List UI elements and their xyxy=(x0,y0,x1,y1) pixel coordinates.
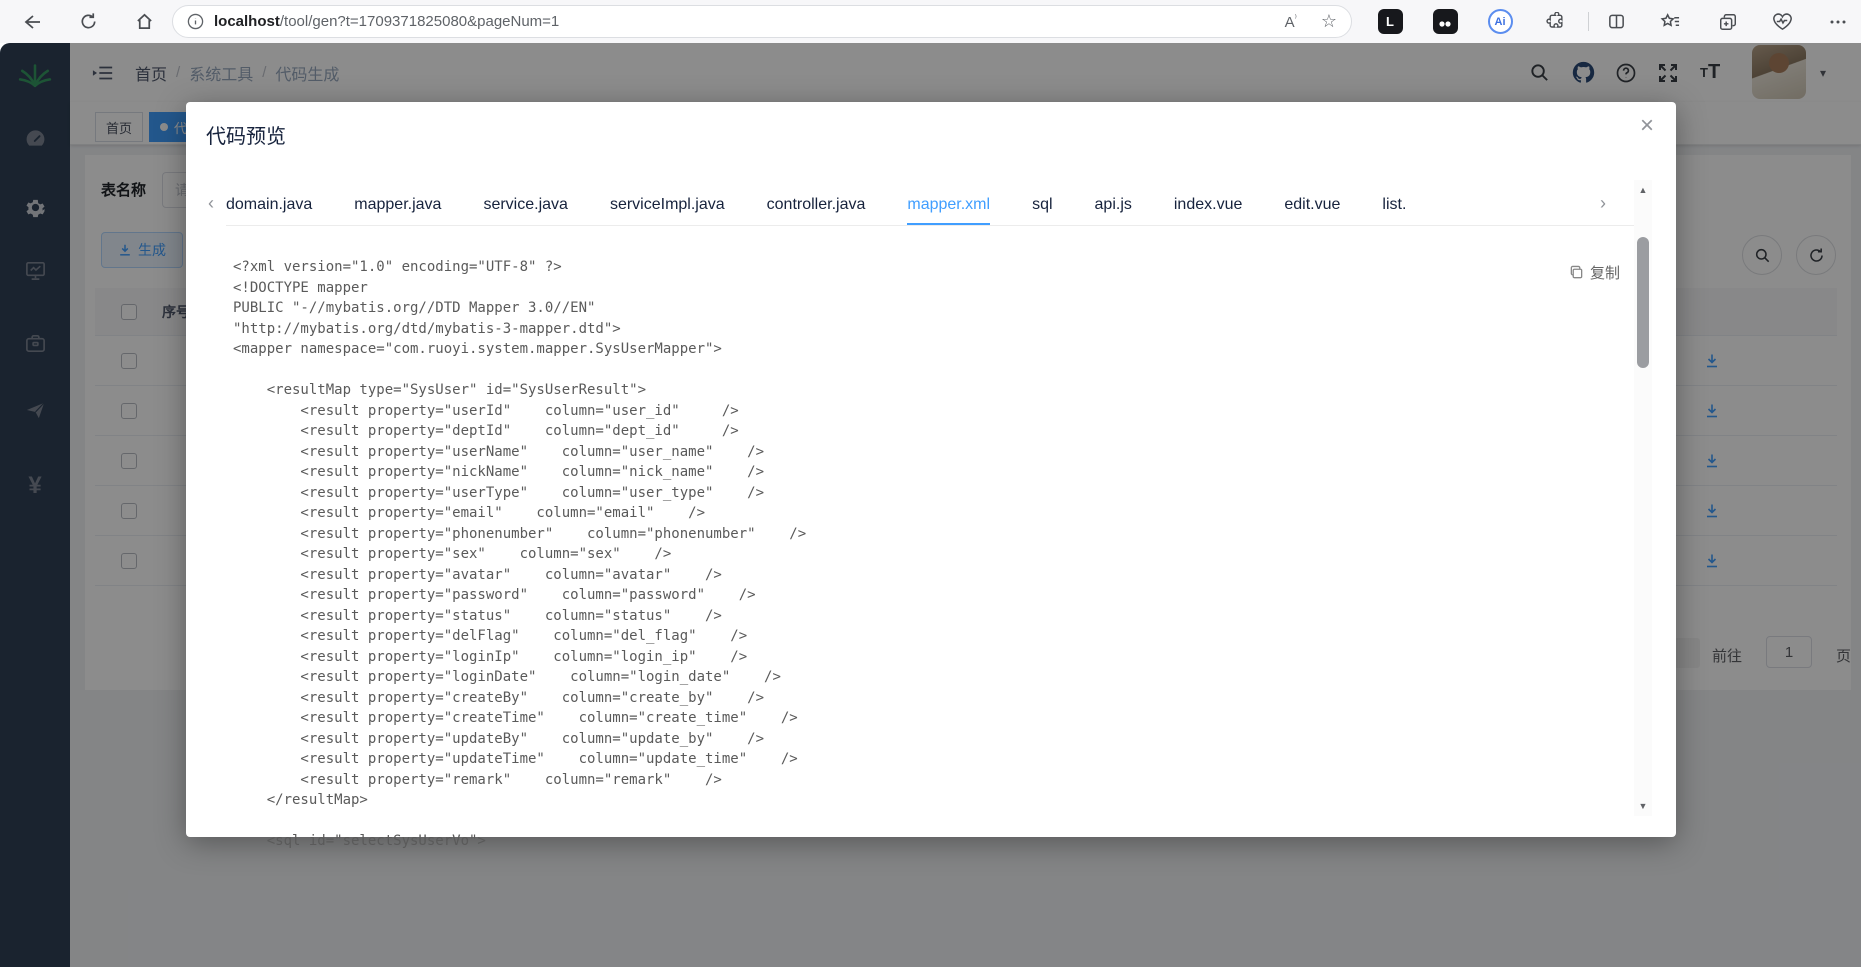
refresh-icon[interactable] xyxy=(74,0,102,43)
tab-edit-vue[interactable]: edit.vue xyxy=(1284,187,1340,225)
more-dots-icon[interactable] xyxy=(1824,0,1852,43)
home-icon[interactable] xyxy=(130,0,158,43)
back-icon[interactable] xyxy=(18,0,46,43)
url-host: localhost xyxy=(214,13,280,30)
favorites-list-icon[interactable] xyxy=(1656,0,1684,43)
tab-mapper-java[interactable]: mapper.java xyxy=(354,187,441,225)
copy-button-label: 复制 xyxy=(1589,265,1620,282)
tab-sql[interactable]: sql xyxy=(1032,187,1052,225)
tabs-next-icon[interactable]: › xyxy=(1600,194,1606,212)
browser-essentials-icon[interactable] xyxy=(1768,0,1796,43)
dialog-title: 代码预览 xyxy=(206,126,286,148)
modal-scrollbar[interactable]: ▲ ▼ xyxy=(1634,180,1652,816)
tab-mapper-xml[interactable]: mapper.xml xyxy=(907,187,991,225)
browser-toolbar: localhost/tool/gen?t=1709371825080&pageN… xyxy=(0,0,1861,43)
extension-ai-icon[interactable]: Ai xyxy=(1487,0,1513,43)
favorite-star-icon[interactable]: ☆ xyxy=(1321,11,1337,32)
tab-service-java[interactable]: service.java xyxy=(483,187,567,225)
tab-controller-java[interactable]: controller.java xyxy=(767,187,866,225)
modal-tabs: domain.java mapper.java service.java servic… xyxy=(226,186,1636,226)
extension-l-icon[interactable]: L xyxy=(1377,0,1403,43)
screen: { "browser": { "url_host": "localhost", … xyxy=(0,0,1861,967)
tab-domain-java[interactable]: domain.java xyxy=(226,187,312,225)
code-preview-dialog: 代码预览 × ‹ domain.java mapper.java service.j… xyxy=(186,102,1676,849)
url-path: /tool/gen?t=1709371825080&pageNum=1 xyxy=(279,13,560,30)
scrollbar-thumb[interactable] xyxy=(1637,237,1649,368)
code-block: <?xml version="1.0" encoding="UTF-8" ?> … xyxy=(233,259,807,849)
url-text: localhost/tool/gen?t=1709371825080&pageN… xyxy=(214,13,559,30)
scroll-up-icon[interactable]: ▲ xyxy=(1634,182,1652,198)
collections-icon[interactable] xyxy=(1714,0,1742,43)
copy-icon xyxy=(1570,265,1583,279)
tabs-prev-icon[interactable]: ‹ xyxy=(208,194,214,212)
copy-button[interactable]: 复制 xyxy=(1569,262,1620,283)
read-aloud-icon[interactable]: A⁾ xyxy=(1285,13,1297,31)
close-icon[interactable]: × xyxy=(1640,114,1654,138)
split-screen-icon[interactable] xyxy=(1603,0,1629,43)
address-bar[interactable]: localhost/tool/gen?t=1709371825080&pageN… xyxy=(172,5,1352,38)
tab-list-[interactable]: list. xyxy=(1382,187,1406,225)
tab-api-js[interactable]: api.js xyxy=(1095,187,1132,225)
tab-index-vue[interactable]: index.vue xyxy=(1174,187,1243,225)
tab-serviceImpl-java[interactable]: serviceImpl.java xyxy=(610,187,725,225)
toolbar-divider xyxy=(1588,12,1589,31)
extension-panda-icon[interactable] xyxy=(1432,0,1458,43)
extensions-puzzle-icon[interactable] xyxy=(1543,0,1569,43)
scroll-down-icon[interactable]: ▼ xyxy=(1634,798,1652,814)
page-info-icon[interactable] xyxy=(187,13,204,30)
